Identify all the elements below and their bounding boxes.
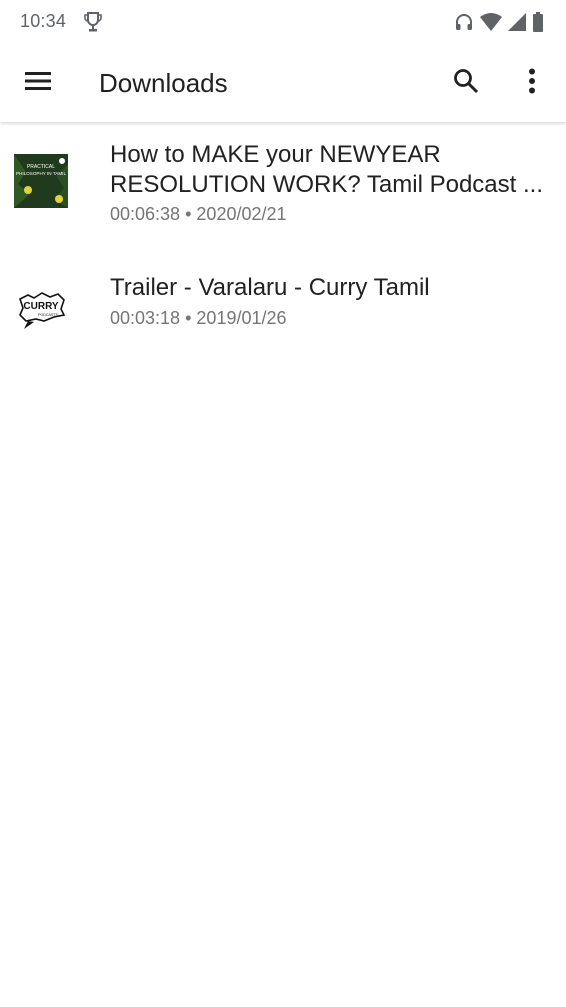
more-vert-icon bbox=[528, 68, 536, 99]
search-button[interactable] bbox=[446, 63, 486, 103]
wifi-icon bbox=[480, 13, 502, 31]
meta-separator: • bbox=[185, 308, 192, 328]
battery-icon bbox=[532, 12, 544, 32]
search-icon bbox=[453, 68, 479, 99]
headset-icon bbox=[454, 12, 474, 32]
thumbnail-text-2: PODCASTS bbox=[38, 313, 58, 317]
status-icons bbox=[454, 11, 544, 33]
menu-icon bbox=[24, 71, 52, 96]
more-options-button[interactable] bbox=[514, 63, 550, 103]
episode-duration: 00:06:38 bbox=[110, 204, 181, 224]
episode-date: 2020/02/21 bbox=[196, 204, 287, 224]
page-title: Downloads bbox=[99, 68, 228, 98]
cell-signal-icon bbox=[508, 13, 526, 31]
status-time: 10:34 bbox=[20, 11, 67, 31]
episode-meta: 00:03:18 • 2019/01/26 bbox=[110, 308, 287, 329]
episode-title: Trailer - Varalaru - Curry Tamil bbox=[110, 274, 430, 301]
trophy-icon bbox=[83, 11, 103, 33]
status-bar: 10:34 bbox=[0, 0, 566, 44]
thumbnail-text-1: CURRY bbox=[23, 301, 59, 312]
episode-title: How to MAKE your NEWYEAR RESOLUTION WORK… bbox=[110, 141, 543, 198]
menu-button[interactable] bbox=[18, 65, 58, 101]
downloads-list: PRACTICAL PHILOSOPHY IN TAMIL How to MAK… bbox=[0, 122, 566, 339]
episode-duration: 00:03:18 bbox=[110, 308, 181, 328]
episode-thumbnail: PRACTICAL PHILOSOPHY IN TAMIL bbox=[14, 154, 68, 208]
episode-date: 2019/01/26 bbox=[196, 308, 287, 328]
thumbnail-text-2: PHILOSOPHY IN TAMIL bbox=[16, 171, 66, 176]
app-bar: Downloads bbox=[0, 44, 566, 122]
meta-separator: • bbox=[185, 204, 192, 224]
thumbnail-text-1: PRACTICAL bbox=[27, 164, 55, 170]
list-item[interactable]: CURRY PODCASTS Trailer - Varalaru - Curr… bbox=[0, 249, 566, 339]
list-item[interactable]: PRACTICAL PHILOSOPHY IN TAMIL How to MAK… bbox=[0, 122, 566, 249]
episode-thumbnail: CURRY PODCASTS bbox=[14, 281, 68, 335]
episode-meta: 00:06:38 • 2020/02/21 bbox=[110, 204, 287, 225]
